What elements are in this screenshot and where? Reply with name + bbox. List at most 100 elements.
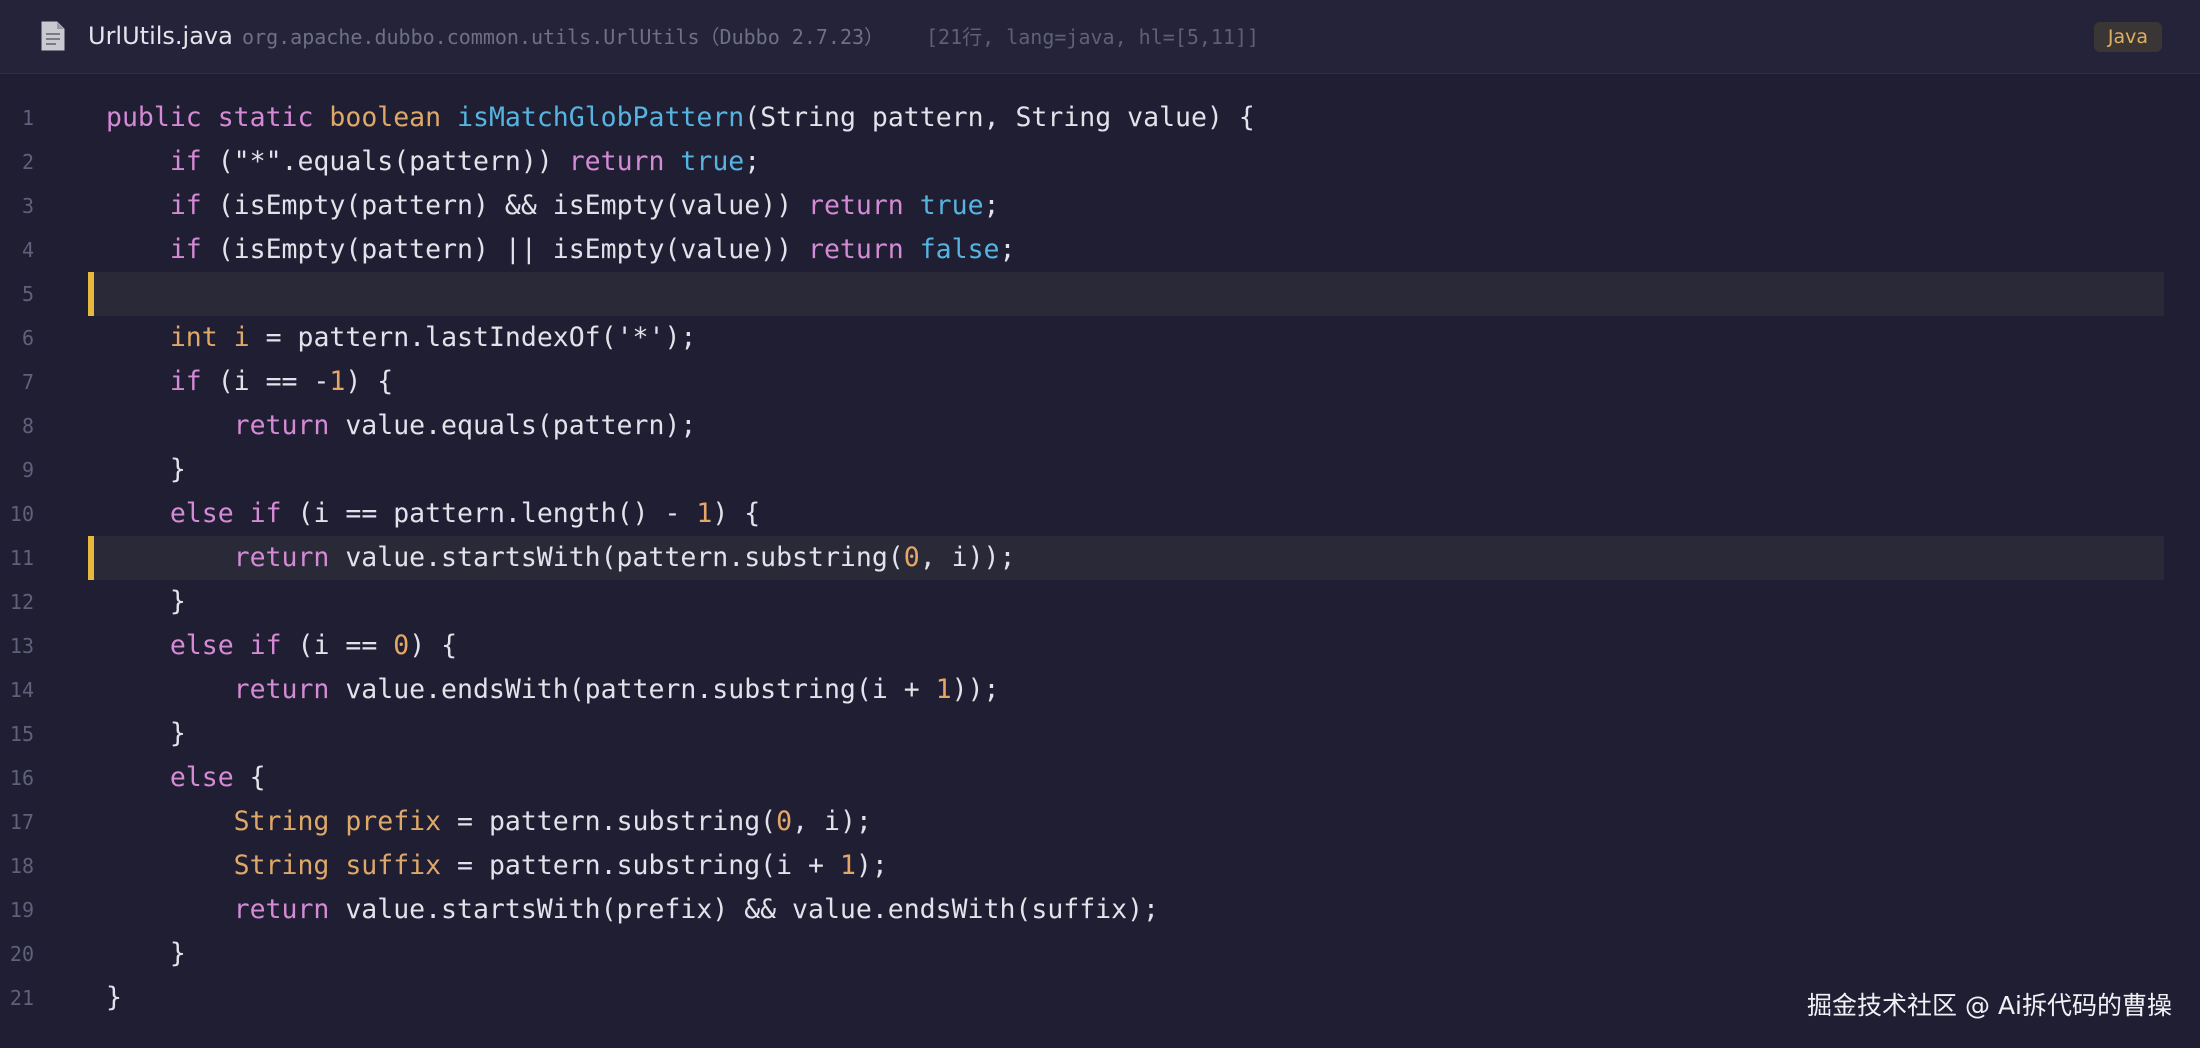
code-line: 8 return value.equals(pattern); — [0, 404, 2200, 448]
code-token: value.equals(pattern); — [329, 410, 697, 441]
code-token: true — [680, 146, 745, 177]
line-number: 6 — [21, 326, 34, 350]
code-token: } — [106, 938, 186, 969]
code-token: 0 — [776, 806, 793, 837]
line-number: 4 — [21, 238, 34, 262]
line-number: 2 — [21, 150, 34, 174]
code-text: } — [106, 448, 186, 492]
code-token: (String pattern, String value) { — [744, 102, 1255, 133]
code-token: 0 — [393, 630, 410, 661]
code-text: } — [106, 932, 186, 976]
code-line: 18 String suffix = pattern.substring(i +… — [0, 844, 2200, 888]
code-token: 1 — [935, 674, 952, 705]
code-token: ) { — [712, 498, 761, 529]
line-number: 14 — [9, 678, 34, 702]
code-token: ; — [983, 190, 1000, 221]
watermark: 掘金技术社区 @ Ai拆代码的曹操 — [1807, 991, 2172, 1020]
code-line: 5 — [0, 272, 2200, 316]
code-block: 1 public static boolean isMatchGlobPatter… — [0, 96, 2200, 1020]
code-token: 1 — [329, 366, 346, 397]
code-token: i — [233, 322, 250, 353]
code-line: 10 else if (i == pattern.length() - 1) { — [0, 492, 2200, 536]
code-token: if — [249, 630, 282, 661]
code-token: else — [169, 762, 234, 793]
code-line: 3 if (isEmpty(pattern) && isEmpty(value)… — [0, 184, 2200, 228]
code-token: (isEmpty(pattern) || isEmpty(value)) — [201, 234, 809, 265]
code-line: 13 else if (i == 0) { — [0, 624, 2200, 668]
code-token: if — [169, 366, 202, 397]
code-text: return value.startsWith(pattern.substrin… — [106, 536, 1016, 580]
document-icon — [41, 21, 65, 51]
code-token: static — [217, 102, 314, 133]
code-token: if — [169, 190, 202, 221]
code-token: else — [169, 630, 234, 661]
code-line: 12 } — [0, 580, 2200, 624]
code-text: String suffix = pattern.substring(i + 1)… — [106, 844, 888, 888]
code-token: prefix — [345, 806, 442, 837]
code-token: = pattern.substring(i + — [441, 850, 840, 881]
code-text: else { — [106, 756, 266, 800]
code-token: (i == — [281, 630, 394, 661]
code-token: , i)); — [919, 542, 1016, 573]
code-text: public static boolean isMatchGlobPattern… — [106, 96, 1255, 140]
code-token: (i == pattern.length() - — [281, 498, 697, 529]
code-text: else if (i == pattern.length() - 1) { — [106, 492, 760, 536]
code-token: ; — [744, 146, 761, 177]
code-token: value.startsWith(prefix) && value.endsWi… — [329, 894, 1160, 925]
code-token: return — [233, 410, 330, 441]
code-token: return — [808, 234, 904, 265]
code-token: false — [919, 234, 1000, 265]
line-number: 3 — [21, 194, 34, 218]
code-line: 2 if ("*".equals(pattern)) return true; — [0, 140, 2200, 184]
code-text: if ("*".equals(pattern)) return true; — [106, 140, 760, 184]
code-token: ) { — [345, 366, 394, 397]
code-token: return — [808, 190, 904, 221]
code-token: String — [233, 806, 330, 837]
code-line: 15 } — [0, 712, 2200, 756]
code-token: } — [106, 586, 186, 617]
line-number: 10 — [9, 502, 34, 526]
code-token: int — [169, 322, 218, 353]
code-token: ); — [855, 850, 888, 881]
editor-header: UrlUtils.java org.apache.dubbo.common.ut… — [0, 0, 2200, 74]
code-token: if — [249, 498, 282, 529]
code-token: public — [106, 102, 202, 133]
file-name: UrlUtils.java — [88, 22, 233, 50]
code-text: return value.endsWith(pattern.substring(… — [106, 668, 1000, 712]
code-token: ) { — [409, 630, 458, 661]
code-token: value.endsWith(pattern.substring(i + — [329, 674, 936, 705]
code-text: } — [106, 976, 122, 1020]
code-token: } — [106, 718, 186, 749]
code-token: isMatchGlobPattern — [457, 102, 745, 133]
language-badge: Java — [2094, 22, 2162, 52]
file-meta: [21行, lang=java, hl=[5,11]] — [926, 25, 1260, 49]
code-line: 14 return value.endsWith(pattern.substri… — [0, 668, 2200, 712]
code-token: if — [169, 146, 202, 177]
line-highlight — [88, 272, 2164, 316]
code-line: 7 if (i == -1) { — [0, 360, 2200, 404]
line-number: 8 — [21, 414, 34, 438]
line-number: 5 — [21, 282, 34, 306]
code-token: return — [233, 894, 330, 925]
code-token: { — [233, 762, 266, 793]
code-line: 6 int i = pattern.lastIndexOf('*'); — [0, 316, 2200, 360]
code-token: return — [233, 542, 330, 573]
